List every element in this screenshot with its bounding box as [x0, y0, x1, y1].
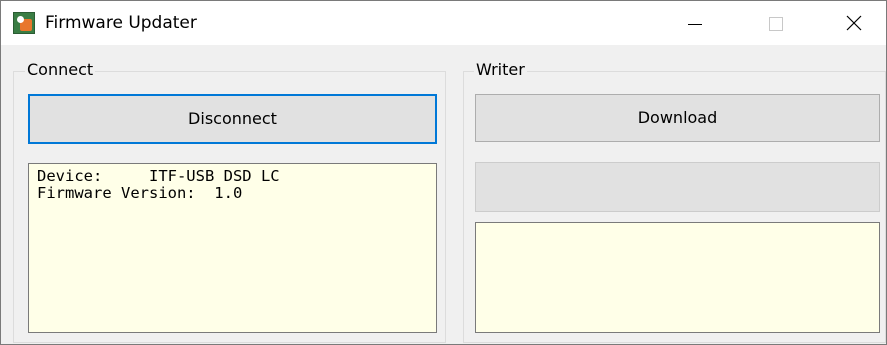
close-button[interactable]	[825, 1, 883, 45]
title-bar[interactable]: Firmware Updater	[1, 1, 886, 45]
maximize-icon	[769, 17, 783, 31]
minimize-icon	[688, 24, 702, 25]
maximize-button[interactable]	[745, 1, 803, 45]
device-info-textbox[interactable]: Device: ITF-USB DSD LC Firmware Version: …	[28, 163, 437, 333]
write-button-disabled[interactable]	[475, 162, 880, 212]
minimize-button[interactable]	[665, 1, 723, 45]
app-icon	[13, 12, 35, 34]
app-icon-dot	[17, 16, 24, 23]
window-title: Firmware Updater	[45, 13, 197, 33]
firmware-version-line: Firmware Version: 1.0	[37, 184, 243, 202]
download-button[interactable]: Download	[475, 94, 880, 142]
disconnect-button[interactable]: Disconnect	[28, 94, 437, 144]
writer-group-label: Writer	[474, 60, 527, 80]
device-line: Device: ITF-USB DSD LC	[37, 167, 280, 185]
writer-log-textbox[interactable]	[475, 222, 880, 333]
connect-group-label: Connect	[25, 60, 96, 80]
firmware-updater-window: Firmware Updater Connect Disconnect Devi…	[0, 0, 887, 345]
close-icon	[846, 15, 862, 31]
